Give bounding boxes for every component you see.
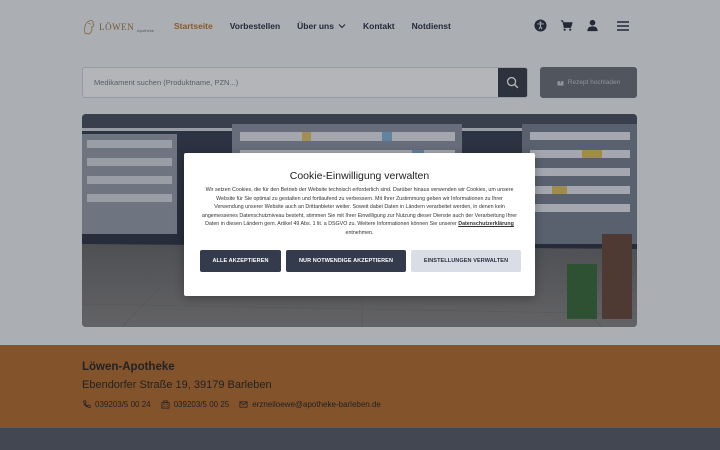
manage-settings-button[interactable]: EINSTELLUNGEN VERWALTEN: [411, 250, 521, 272]
cookie-dialog: Cookie-Einwilligung verwalten Wir setzen…: [184, 153, 535, 296]
cookie-title: Cookie-Einwilligung verwalten: [289, 170, 430, 182]
cookie-text: Wir setzen Cookies, die für den Betrieb …: [201, 186, 518, 238]
accept-necessary-button[interactable]: NUR NOTWENDIGE AKZEPTIEREN: [286, 250, 406, 272]
accept-all-button[interactable]: ALLE AKZEPTIEREN: [200, 250, 281, 272]
cookie-body-end: entnehmen.: [345, 229, 374, 236]
cookie-buttons: ALLE AKZEPTIEREN NUR NOTWENDIGE AKZEPTIE…: [200, 250, 521, 272]
privacy-policy-link[interactable]: Datenschutzerklärung: [458, 221, 514, 227]
